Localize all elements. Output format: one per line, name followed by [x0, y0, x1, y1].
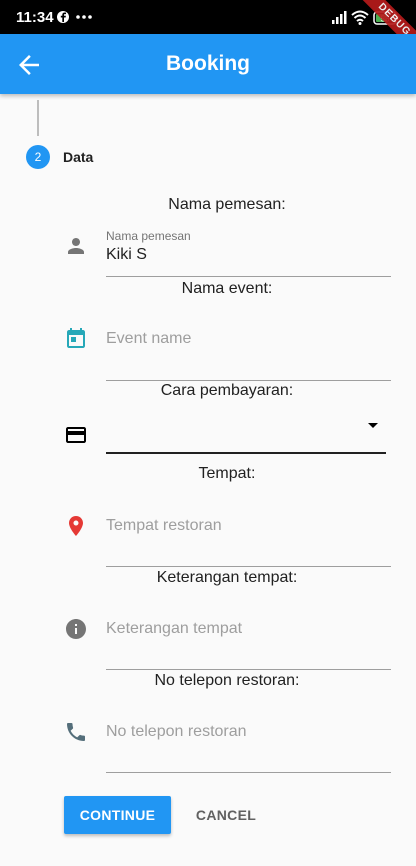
keterangan-tempat-input[interactable]: Keterangan tempat — [106, 620, 242, 638]
continue-button[interactable]: CONTINUE — [64, 796, 171, 834]
event-name-input[interactable]: Event name — [106, 330, 191, 348]
person-icon — [68, 238, 84, 254]
event-name-underline — [106, 380, 391, 381]
no-telepon-input[interactable]: No telepon restoran — [106, 723, 247, 741]
credit-card-icon — [66, 427, 86, 443]
info-icon — [66, 619, 86, 639]
wifi-icon — [351, 10, 369, 25]
field-label-nama-pemesan: Nama pemesan — [106, 229, 191, 243]
more-dots-icon — [76, 15, 92, 19]
payment-method-underline — [106, 452, 386, 454]
section-title-nama-event: Nama event: — [181, 280, 273, 297]
signal-icon — [332, 11, 347, 24]
dropdown-arrow-icon[interactable] — [366, 421, 380, 431]
section-title-no-telepon: No telepon restoran: — [154, 672, 300, 689]
step-number-badge[interactable]: 2 — [26, 145, 50, 169]
app-bar: Booking — [0, 34, 416, 94]
phone-icon — [67, 723, 85, 741]
location-pin-icon — [69, 516, 83, 536]
no-telepon-underline — [106, 772, 391, 773]
step-connector-line — [37, 100, 39, 136]
nama-pemesan-underline — [106, 276, 391, 277]
tempat-restoran-input[interactable]: Tempat restoran — [106, 517, 222, 535]
page-title: Booking — [166, 52, 250, 75]
step-label[interactable]: Data — [63, 149, 93, 165]
tempat-underline — [106, 566, 391, 567]
keterangan-underline — [106, 669, 391, 670]
section-title-tempat: Tempat: — [198, 465, 256, 482]
calendar-icon — [67, 328, 85, 348]
section-title-keterangan-tempat: Keterangan tempat: — [156, 569, 298, 586]
status-bar: 11:34 DEBUG — [0, 0, 416, 60]
status-time: 11:34 — [16, 9, 54, 26]
section-title-cara-pembayaran: Cara pembayaran: — [160, 382, 294, 399]
cancel-button[interactable]: CANCEL — [184, 796, 268, 834]
facebook-icon — [57, 11, 69, 23]
status-left-icons — [56, 9, 104, 30]
section-title-nama-pemesan: Nama pemesan: — [168, 196, 286, 213]
nama-pemesan-input[interactable]: Kiki S — [106, 246, 147, 264]
